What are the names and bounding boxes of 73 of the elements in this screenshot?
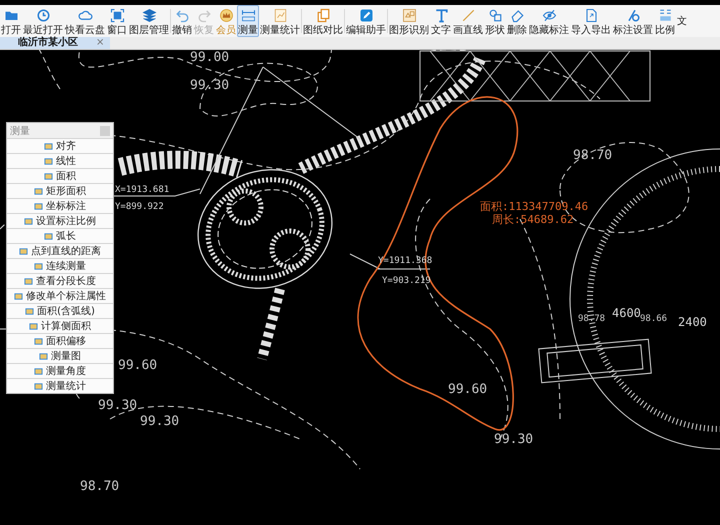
toolbar-button[interactable]: 删除 — [506, 5, 528, 37]
measure-tool-item[interactable]: 测量角度 — [7, 363, 113, 378]
elevation-label: 99.30 — [494, 432, 534, 447]
measure-tool-item[interactable]: 面积偏移 — [7, 333, 113, 348]
elevation-label: 99.30 — [190, 78, 230, 93]
measure-tool-item[interactable]: 线性 — [7, 153, 113, 168]
elevation-label: 98.66 — [640, 314, 668, 324]
elevation-label: 98.70 — [573, 148, 612, 163]
crown-badge-icon — [218, 8, 234, 22]
ruler-icon — [240, 8, 256, 22]
import-export-icon — [584, 8, 598, 22]
measure-tool-item[interactable]: 矩形面积 — [7, 183, 113, 198]
toolbar-button[interactable]: 文 — [676, 5, 688, 37]
measure-tool-item[interactable]: 面积(含弧线) — [7, 303, 113, 318]
toolbar-button[interactable]: 画直线 — [452, 5, 484, 37]
elevation-label: 99.30 — [98, 398, 138, 413]
measure-tool-item[interactable]: 测量图 — [7, 348, 113, 363]
measure-tool-item[interactable]: 点到直线的距离 — [7, 243, 113, 258]
dimension-label: 2400 — [678, 315, 707, 329]
toolbar-button[interactable]: 打开 — [0, 5, 22, 37]
line-icon — [460, 8, 476, 22]
measure-tool-item[interactable]: 设置标注比例 — [7, 213, 113, 228]
measure-tool-item[interactable]: 连续测量 — [7, 258, 113, 273]
toolbar-button[interactable]: 形状 — [484, 5, 506, 37]
document-tab[interactable]: 临沂市某小区 × — [0, 37, 110, 49]
elevation-label: 99.60 — [118, 358, 158, 373]
coordinate-label: Y=899.922 — [115, 202, 164, 212]
elevation-label: 99.00 — [190, 50, 230, 65]
hidden-eye-icon — [542, 8, 556, 22]
measure-tool-item[interactable]: 修改单个标注属性 — [7, 288, 113, 303]
toolbar-button[interactable]: 窗口 — [106, 5, 128, 37]
measure-tool-item[interactable]: 面积 — [7, 168, 113, 183]
measure-tool-item[interactable]: 测量统计 — [7, 378, 113, 393]
toolbar-button[interactable]: 标注设置 — [612, 5, 654, 37]
text-icon — [434, 8, 448, 22]
layers-icon — [142, 8, 156, 22]
toolbar-button[interactable]: 隐藏标注 — [528, 5, 570, 37]
toolbar-button[interactable]: 图纸对比 — [302, 5, 344, 37]
toolbar-button[interactable]: 文字 — [430, 5, 452, 37]
toolbar-button[interactable]: 撤销 — [171, 5, 193, 37]
redo-icon — [196, 8, 212, 22]
shape-icon — [402, 8, 416, 22]
compare-icon — [316, 8, 330, 22]
toolbar-button[interactable]: 最近打开 — [22, 5, 64, 37]
measure-tool-item[interactable]: 计算侧面积 — [7, 318, 113, 333]
toolbar-button[interactable]: 测量统计 — [259, 5, 301, 37]
elevation-label: 98.78 — [578, 314, 606, 324]
measure-tool-item[interactable]: 查看分段长度 — [7, 273, 113, 288]
shapes-icon — [488, 8, 502, 22]
panel-title: 测量 — [10, 124, 30, 138]
area-reading: 面积:113347709.46 — [480, 200, 588, 213]
measure-tool-item[interactable]: 对齐 — [7, 138, 113, 153]
clock-icon — [36, 8, 50, 22]
toolbar-button[interactable]: 图层管理 — [128, 5, 170, 37]
measure-tool-item[interactable]: 坐标标注 — [7, 198, 113, 213]
undo-icon — [174, 8, 190, 22]
window-icon — [110, 8, 124, 22]
toolbar-button[interactable]: 编辑助手 — [345, 5, 387, 37]
toolbar-button[interactable]: 比例 — [654, 5, 676, 37]
toolbar-button[interactable]: 图形识别 — [388, 5, 430, 37]
measure-tool-item[interactable]: 弧长 — [7, 228, 113, 243]
toolbar-button[interactable]: 导入导出 — [570, 5, 612, 37]
coordinate-label: Y=903.219 — [382, 276, 431, 286]
close-icon[interactable] — [100, 126, 110, 136]
toolbar-button[interactable]: 快看云盘 — [64, 5, 106, 37]
toolbar-button[interactable]: 测量 — [237, 5, 259, 37]
elevation-label: 98.70 — [80, 479, 120, 494]
dimension-label: 4600 — [612, 306, 641, 320]
coordinate-label: X=1913.681 — [115, 185, 170, 195]
elevation-label: 99.30 — [140, 414, 180, 429]
elevation-label: 99.60 — [448, 382, 488, 397]
chart-icon — [272, 8, 288, 22]
eraser-icon — [510, 8, 524, 22]
